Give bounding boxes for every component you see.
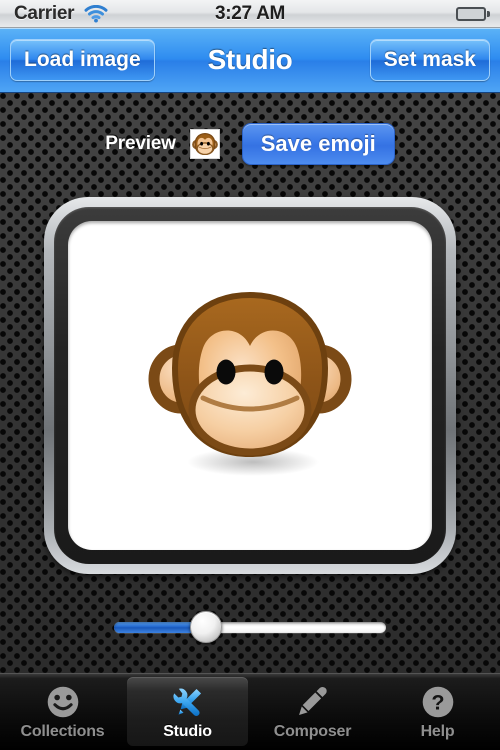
canvas-inner-bezel — [54, 207, 446, 564]
zoom-slider-thumb[interactable] — [190, 611, 223, 643]
save-emoji-button[interactable]: Save emoji — [241, 123, 395, 165]
battery-icon — [456, 6, 490, 21]
pen-icon — [295, 682, 331, 720]
tab-studio[interactable]: Studio — [127, 677, 248, 746]
set-mask-button[interactable]: Set mask — [369, 39, 490, 81]
tab-composer[interactable]: Composer — [252, 677, 373, 746]
load-image-button[interactable]: Load image — [10, 39, 155, 81]
preview-thumbnail[interactable] — [189, 129, 220, 159]
tab-bar: Collections Studio Composer ? Help — [0, 673, 500, 750]
zoom-slider-container — [0, 607, 500, 647]
question-mark-circle-icon: ? — [420, 682, 456, 720]
preview-toolbar: Preview Save emoji — [0, 119, 500, 169]
monkey-emoji — [148, 291, 352, 476]
navigation-bar: Load image Studio Set mask — [0, 28, 500, 93]
main-content: Preview Save emoji — [0, 93, 500, 673]
tab-label-collections: Collections — [20, 723, 105, 740]
tab-label-studio: Studio — [163, 723, 212, 740]
tab-collections[interactable]: Collections — [2, 677, 123, 746]
wrench-pencil-icon — [170, 682, 206, 720]
smiley-face-icon — [45, 682, 81, 720]
canvas-image-area[interactable] — [68, 221, 432, 550]
tab-label-composer: Composer — [273, 723, 352, 740]
tab-help[interactable]: ? Help — [377, 677, 498, 746]
preview-label: Preview — [105, 133, 176, 154]
page-title: Studio — [207, 44, 293, 75]
clock-label: 3:27 AM — [214, 2, 286, 24]
canvas-frame — [44, 197, 456, 574]
monkey-emoji-thumbnail-icon — [191, 132, 218, 156]
status-bar: Carrier 3:27 AM — [0, 0, 500, 28]
app-window: Carrier 3:27 AM Load image Studio Set ma… — [0, 0, 500, 750]
zoom-slider[interactable] — [114, 611, 386, 643]
svg-text:?: ? — [431, 690, 444, 715]
tab-label-help: Help — [420, 723, 455, 740]
